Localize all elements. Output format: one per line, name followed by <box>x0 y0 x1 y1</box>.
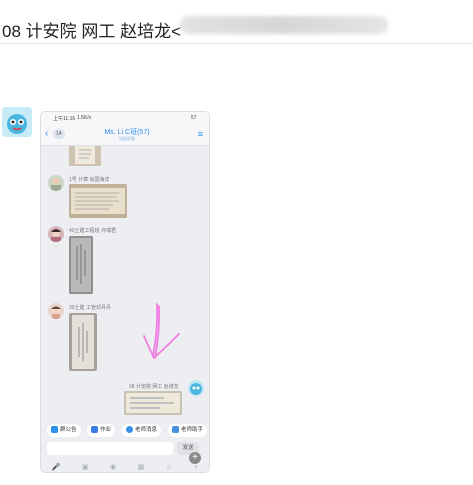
member-name: 40土建工程班 许瑞君 <box>69 228 116 234</box>
blurred-email <box>180 16 388 34</box>
photo-message[interactable] <box>69 313 97 371</box>
sender-avatar[interactable] <box>2 107 32 137</box>
image-icon[interactable]: ▣ <box>82 463 89 471</box>
menu-icon[interactable]: ≡ <box>198 129 203 139</box>
phone-screenshot[interactable]: 上午11:16 1.5K/s 57 ‹ 14 Ms. Li C班(57) 班级群… <box>40 111 210 473</box>
chat-title: 08 计安院 网工 赵培龙< <box>2 22 182 41</box>
battery-level: 57 <box>191 115 197 121</box>
teacher-assistant-chip[interactable]: 老师助手 <box>168 424 208 437</box>
teacher-messages-chip[interactable]: 老师消息 <box>122 424 162 437</box>
chip-label: 老师消息 <box>135 427 158 433</box>
chip-label: 老师助手 <box>181 427 204 433</box>
message-input[interactable] <box>47 442 173 455</box>
teacher-assistant-icon <box>172 426 179 434</box>
chat-header: 08 计安院 网工 赵培龙< <box>0 0 473 44</box>
camera-icon[interactable]: ◉ <box>110 463 116 471</box>
arrow-annotation-icon <box>143 303 180 359</box>
status-speed: 1.5K/s <box>77 115 92 121</box>
input-toolbar: 🎤 ▣ ◉ ▦ ☺ + <box>41 460 209 472</box>
status-bar: 上午11:16 1.5K/s 57 <box>41 112 209 124</box>
member-avatar[interactable] <box>48 303 64 319</box>
member-name: 1号 计算 尚国海洋 <box>69 177 110 183</box>
more-icon[interactable]: + <box>194 464 198 471</box>
status-time: 上午11:16 <box>53 116 76 122</box>
back-icon[interactable]: ‹ <box>45 128 48 139</box>
announcement-icon <box>51 426 58 434</box>
member-name: 39土建 工管邓丹丹 <box>69 305 111 311</box>
homework-icon <box>91 426 98 434</box>
chip-label: 群公告 <box>60 427 77 433</box>
group-nav-bar: ‹ 14 Ms. Li C班(57) 班级群聊 ≡ <box>41 124 209 146</box>
self-name: 08 计安院 网工 赵培龙 <box>129 384 179 390</box>
member-avatar[interactable] <box>48 226 64 242</box>
group-subtitle: 班级群聊 <box>119 136 135 141</box>
unread-count-badge[interactable]: 14 <box>53 129 65 139</box>
file-icon[interactable]: ▦ <box>137 463 144 471</box>
photo-message[interactable] <box>69 236 93 294</box>
emoji-icon[interactable]: ☺ <box>166 464 173 471</box>
photo-message[interactable] <box>124 391 182 415</box>
teacher-messages-icon <box>126 426 133 434</box>
homework-chip[interactable]: 作业 <box>87 424 116 437</box>
chip-label: 作业 <box>100 427 112 433</box>
photo-message[interactable] <box>69 184 127 218</box>
announcement-chip[interactable]: 群公告 <box>47 424 81 437</box>
self-avatar[interactable] <box>188 380 204 396</box>
photo-message[interactable] <box>69 146 101 166</box>
member-avatar[interactable] <box>48 175 64 191</box>
voice-icon[interactable]: 🎤 <box>52 463 61 471</box>
